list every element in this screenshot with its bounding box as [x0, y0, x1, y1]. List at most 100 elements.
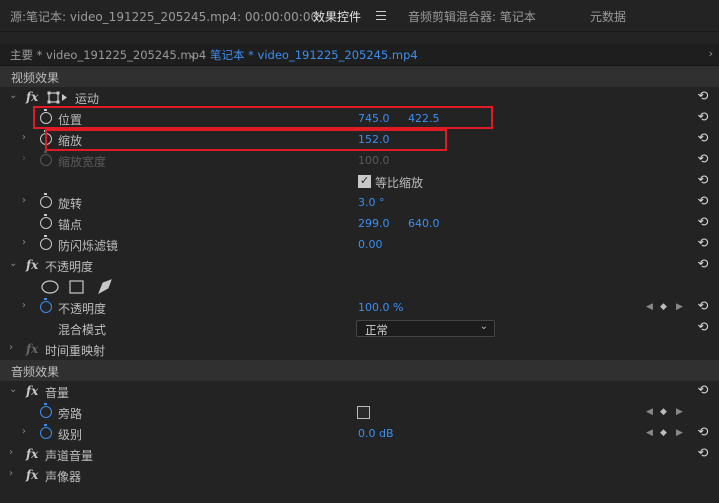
- blend-mode-value: 正常: [365, 323, 388, 337]
- reset-icon[interactable]: ⟲: [696, 174, 710, 188]
- chevron-right-icon[interactable]: ›: [709, 47, 713, 60]
- blend-mode-dropdown[interactable]: 正常 ⌄: [356, 320, 495, 337]
- mask-tools-row: [0, 276, 719, 297]
- fx-icon[interactable]: fx: [26, 447, 38, 461]
- anchor-row: 锚点 299.0 640.0 ⟲: [0, 213, 719, 234]
- audio-effects-label: 音频效果: [11, 365, 60, 379]
- reset-icon[interactable]: ⟲: [696, 447, 710, 461]
- chevron-down-icon[interactable]: ⌄: [9, 384, 19, 395]
- add-keyframe-icon[interactable]: ◆: [660, 428, 667, 438]
- reset-icon[interactable]: ⟲: [696, 426, 710, 440]
- reset-icon[interactable]: ⟲: [696, 111, 710, 125]
- chevron-down-icon[interactable]: ⌄: [188, 48, 198, 61]
- previous-keyframe-icon[interactable]: ◀: [646, 302, 653, 312]
- opacity-group-label: 不透明度: [45, 260, 94, 274]
- next-keyframe-icon[interactable]: ▶: [676, 428, 683, 438]
- opacity-label: 不透明度: [58, 302, 107, 316]
- anchor-label: 锚点: [58, 218, 83, 232]
- blend-mode-label: 混合模式: [58, 323, 107, 337]
- level-label: 级别: [58, 428, 83, 442]
- reset-icon[interactable]: ⟲: [696, 258, 710, 272]
- opacity-group-row[interactable]: ⌄ fx 不透明度 ⟲: [0, 255, 719, 276]
- anti-flicker-label: 防闪烁滤镜: [58, 239, 119, 253]
- time-remap-label: 时间重映射: [45, 344, 106, 358]
- reset-icon[interactable]: ⟲: [696, 300, 710, 314]
- stopwatch-icon[interactable]: [40, 193, 52, 208]
- video-effects-header: 视频效果: [0, 66, 719, 87]
- chevron-right-icon[interactable]: ›: [9, 468, 19, 479]
- panner-label: 声像器: [45, 470, 82, 484]
- channel-volume-row[interactable]: › fx 声道音量 ⟲: [0, 444, 719, 465]
- uniform-scale-checkbox[interactable]: [358, 174, 371, 188]
- master-clip-tab[interactable]: 主要 * video_191225_205245.mp4: [10, 47, 206, 63]
- motion-row[interactable]: ⌄ fx 运动 ⟲: [0, 87, 719, 108]
- time-remap-row[interactable]: › fx 时间重映射: [0, 339, 719, 360]
- opacity-value[interactable]: 100.0 %: [358, 301, 403, 314]
- clip-selector-bar: 主要 * video_191225_205245.mp4 ⌄ 笔记本 * vid…: [0, 44, 719, 66]
- panel-menu-icon[interactable]: [376, 11, 386, 20]
- motion-label: 运动: [75, 92, 100, 106]
- add-keyframe-icon[interactable]: ◆: [660, 407, 667, 417]
- pen-mask-icon[interactable]: [98, 279, 112, 295]
- fx-icon[interactable]: fx: [26, 384, 38, 398]
- ellipse-mask-icon[interactable]: [41, 280, 59, 294]
- opacity-row: › 不透明度 100.0 % ◀ ◆ ▶ ⟲: [0, 297, 719, 318]
- sequence-clip-tab[interactable]: 笔记本 * video_191225_205245.mp4: [210, 47, 418, 63]
- fx-icon[interactable]: fx: [26, 258, 38, 272]
- chevron-down-icon[interactable]: ⌄: [9, 90, 19, 101]
- stopwatch-icon[interactable]: [40, 214, 52, 229]
- chevron-right-icon[interactable]: ›: [9, 342, 19, 353]
- fx-icon[interactable]: fx: [26, 468, 38, 482]
- rotation-value[interactable]: 3.0 °: [358, 196, 385, 209]
- mask-tools: [41, 279, 112, 295]
- rotation-row: › 旋转 3.0 ° ⟲: [0, 192, 719, 213]
- fx-icon[interactable]: fx: [26, 90, 38, 104]
- anchor-y-value[interactable]: 640.0: [408, 217, 440, 230]
- reset-icon[interactable]: ⟲: [696, 216, 710, 230]
- chevron-right-icon[interactable]: ›: [22, 300, 32, 311]
- transform-icon[interactable]: [47, 91, 69, 104]
- tab-metadata[interactable]: 元数据: [590, 8, 626, 25]
- tab-audio-clip-mixer[interactable]: 音频剪辑混合器: 笔记本: [408, 8, 536, 25]
- chevron-right-icon[interactable]: ›: [22, 426, 32, 437]
- position-highlight-box: [33, 106, 493, 129]
- chevron-right-icon[interactable]: ›: [22, 195, 32, 206]
- add-keyframe-icon[interactable]: ◆: [660, 302, 667, 312]
- reset-icon[interactable]: ⟲: [696, 90, 710, 104]
- uniform-scale-label: 等比缩放: [375, 176, 424, 190]
- tab-effect-controls[interactable]: 效果控件: [313, 8, 361, 25]
- blend-mode-row: 混合模式 正常 ⌄ ⟲: [0, 318, 719, 339]
- chevron-right-icon[interactable]: ›: [22, 132, 32, 143]
- stopwatch-icon[interactable]: [40, 235, 52, 250]
- stopwatch-icon[interactable]: [40, 424, 52, 439]
- reset-icon[interactable]: ⟲: [696, 153, 710, 167]
- bypass-checkbox[interactable]: [357, 406, 370, 419]
- reset-icon[interactable]: ⟲: [696, 237, 710, 251]
- stopwatch-icon[interactable]: [40, 403, 52, 418]
- reset-icon[interactable]: ⟲: [696, 321, 710, 335]
- next-keyframe-icon[interactable]: ▶: [676, 302, 683, 312]
- scale-width-row: › 缩放宽度 100.0 ⟲: [0, 150, 719, 171]
- scale-width-value: 100.0: [358, 154, 390, 167]
- previous-keyframe-icon[interactable]: ◀: [646, 407, 653, 417]
- tab-source[interactable]: 源:笔记本: video_191225_205245.mp4: 00:00:00…: [10, 8, 318, 25]
- chevron-right-icon[interactable]: ›: [9, 447, 19, 458]
- rectangle-mask-icon[interactable]: [69, 280, 84, 294]
- reset-icon[interactable]: ⟲: [696, 195, 710, 209]
- channel-volume-label: 声道音量: [45, 449, 94, 463]
- stopwatch-icon[interactable]: [40, 298, 52, 313]
- reset-icon[interactable]: ⟲: [696, 384, 710, 398]
- reset-icon[interactable]: ⟲: [696, 132, 710, 146]
- volume-row[interactable]: ⌄ fx 音量 ⟲: [0, 381, 719, 402]
- level-value[interactable]: 0.0 dB: [358, 427, 394, 440]
- scale-width-label: 缩放宽度: [58, 155, 107, 169]
- anti-flicker-value[interactable]: 0.00: [358, 238, 383, 251]
- anchor-x-value[interactable]: 299.0: [358, 217, 390, 230]
- chevron-right-icon: ›: [22, 153, 26, 164]
- fx-icon: fx: [26, 342, 39, 356]
- chevron-down-icon[interactable]: ⌄: [9, 258, 19, 269]
- panner-row[interactable]: › fx 声像器: [0, 465, 719, 486]
- previous-keyframe-icon[interactable]: ◀: [646, 428, 653, 438]
- chevron-right-icon[interactable]: ›: [22, 237, 32, 248]
- next-keyframe-icon[interactable]: ▶: [676, 407, 683, 417]
